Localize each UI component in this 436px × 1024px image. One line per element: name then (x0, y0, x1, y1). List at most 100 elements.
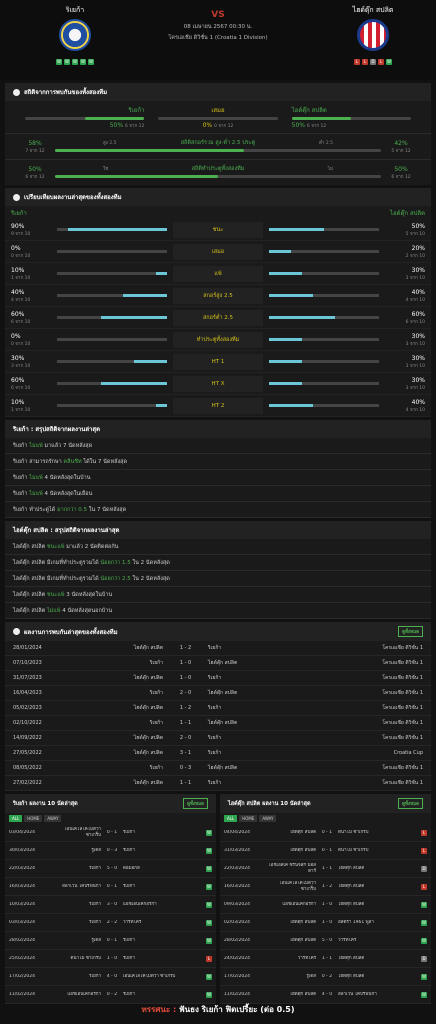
meeting-cell: ไฮด์ดุ๊ก สปลิต (208, 765, 238, 771)
home-last10-view-all-button[interactable]: ดูทั้งหมด (183, 798, 208, 809)
result-badge: W (206, 973, 212, 980)
last10-row[interactable]: 04/04/2024 ไฮด์ดุ๊ก สปลิต 0 - 1 ดินาโม ซาเก… (220, 824, 431, 842)
tab-all[interactable]: ALL (224, 815, 238, 822)
meeting-row[interactable]: 02/10/2022 ริเยก้า 1 - 1 ไฮด์ดุ๊ก สปลิต โครเ… (5, 716, 431, 731)
meeting-row[interactable]: 07/10/2023 ริเยก้า 1 - 0 ไฮด์ดุ๊ก สปลิต โครเ… (5, 656, 431, 671)
last10-cell: สลาเวน โคปรีฟนิก้า (62, 883, 101, 889)
home-summary-list: ริเยก้า ไม่แพ้ มาแล้ว 7 นัดหลังสุด ริเยก้… (5, 438, 431, 518)
meeting-cell: 27/02/2022 (13, 780, 42, 786)
last10-cell: 0 - 2 (321, 973, 333, 979)
meeting-row[interactable]: 14/09/2022 ไฮด์ดุ๊ก สปลิต 2 - 0 ริเยก้า โครเ… (5, 731, 431, 746)
last10-row[interactable]: 25/02/2024 ดินาโม ซาเกร็บ 1 - 0 ริเยก้า L (5, 950, 216, 968)
meeting-row[interactable]: 16/04/2023 ริเยก้า 2 - 0 ไฮด์ดุ๊ก สปลิต โครเ… (5, 686, 431, 701)
last10-cell: 24/02/2024 (224, 955, 250, 961)
last10-cell: วาร์ทิโคร์ (338, 937, 357, 943)
tab-away[interactable]: AWAY (259, 815, 277, 822)
tab-all[interactable]: ALL (9, 815, 23, 822)
last10-row[interactable]: 31/03/2024 ไฮด์ดุ๊ก สปลิต 0 - 1 ดินาโม ซาเก… (220, 842, 431, 860)
away-last10-header: ไฮด์ดุ๊ก สปลิต ผลงาน 10 นัดล่าสุด ดูทั้งห… (220, 794, 431, 813)
last10-row[interactable]: 30/03/2024 รูเดส 0 - 3 ริเยก้า W (5, 842, 216, 860)
tab-home[interactable]: HOME (239, 815, 258, 822)
recent-home-pct: 0% (11, 244, 21, 252)
summary-highlight: ไม่แพ้ (46, 608, 61, 614)
meeting-row[interactable]: 28/01/2024 ไฮด์ดุ๊ก สปลิต 1 - 2 ริเยก้า โครเ… (5, 641, 431, 656)
recent-stat-label: HT 2 (173, 397, 263, 414)
tab-away[interactable]: AWAY (44, 815, 62, 822)
recent-stat-bars: แพ้ (57, 265, 379, 282)
last10-cell: 03/04/2024 (9, 829, 35, 835)
last10-cell: ริเยก้า (123, 883, 135, 889)
soccer-ball-icon (13, 628, 20, 635)
last10-cell: ไฮด์ดุ๊ก สปลิต (289, 937, 316, 943)
meeting-cell: 08/05/2022 (13, 765, 42, 771)
recent-stat-row: 60% 6 จาก 10 HT X 30% 3 จาก 10 (5, 373, 431, 395)
view-all-meetings-button[interactable]: ดูทั้งหมด (398, 626, 423, 637)
last10-row[interactable]: 11/02/2024 ไฮด์ดุ๊ก สปลิต 4 - 0 สลาเวน โคปร… (220, 986, 431, 1004)
meeting-row[interactable]: 27/05/2022 ไฮด์ดุ๊ก สปลิต 3 - 1 ริเยก้า Croa… (5, 746, 431, 761)
last10-row[interactable]: 24/02/2024 วาร์ทิโคร์ 1 - 1 ไฮด์ดุ๊ก สปลิต D (220, 950, 431, 968)
recent-home-bar (57, 404, 167, 407)
last10-cell: 02/03/2024 (224, 919, 250, 925)
meeting-row[interactable]: 27/02/2022 ไฮด์ดุ๊ก สปลิต 1 - 1 ริเยก้า โครเ… (5, 776, 431, 791)
last10-cell: ริเยก้า (123, 847, 135, 853)
summary-highlight: ชนะแพ้ (46, 592, 65, 598)
summary-text: ริเยก้า (13, 491, 30, 497)
recent-away-bar (269, 404, 379, 407)
last10-cell: 0 - 1 (106, 937, 118, 943)
h2h-away-label: ไฮด์ดุ๊ก สปลิต (291, 107, 327, 114)
last10-row[interactable]: 17/02/2024 ริเยก้า 4 - 0 เอ็นเคโลโคโมติว่า … (5, 968, 216, 986)
recent-away-stat: 30% 3 จาก 10 (379, 355, 425, 369)
meeting-row[interactable]: 05/02/2023 ไฮด์ดุ๊ก สปลิต 1 - 2 ริเยก้า โครเ… (5, 701, 431, 716)
last10-row[interactable]: 22/03/2024 เอชเอสเค ซรินจ์สกี้ มอสตาร์ 1 -… (220, 860, 431, 878)
last10-row[interactable]: 16/03/2024 เอ็นเคโลโคโมติว่า ซาเกร็บ 1 - 2… (220, 878, 431, 896)
result-badge: W (421, 919, 427, 926)
last10-cell: 31/03/2024 (224, 847, 250, 853)
last10-row[interactable]: 03/03/2024 ริเยก้า 2 - 2 วาร์ทิโคร์ W (5, 914, 216, 932)
away-team-logo (357, 19, 389, 51)
tab-home[interactable]: HOME (24, 815, 43, 822)
away-last10-table: 04/04/2024 ไฮด์ดุ๊ก สปลิต 0 - 1 ดินาโม ซาเก… (220, 824, 431, 1004)
last10-row[interactable]: 22/03/2024 ริเยก้า 5 - 0 ตอมอกส์ W (5, 860, 216, 878)
result-badge: L (421, 847, 427, 854)
result-badge: W (421, 901, 427, 908)
h2h-stats-section: สถิติจากการพบกันของทั้งสองทีม ริเยก้า 50… (5, 83, 431, 185)
last10-row[interactable]: 28/02/2024 รูเดส 0 - 1 ริเยก้า W (5, 932, 216, 950)
h2h-draw-bar (158, 117, 278, 120)
last10-row[interactable]: 17/02/2024 รูเดส 0 - 2 ไฮด์ดุ๊ก สปลิต W (220, 968, 431, 986)
home-last10-tabs: ALL HOME AWAY (5, 813, 216, 824)
away-team[interactable]: ไฮด์ดุ๊ก สปลิต LLDLW (338, 5, 408, 65)
recent-home-of: 6 จาก 10 (11, 319, 31, 325)
summary-highlight: ไม่แพ้ (29, 491, 43, 497)
last10-row[interactable]: 10/03/2024 ริเยก้า 3 - 0 แอชเอ็นเคกอริก้า W (5, 896, 216, 914)
meeting-row[interactable]: 08/05/2022 ริเยก้า 0 - 3 ไฮด์ดุ๊ก สปลิต โครเ… (5, 761, 431, 776)
recent-home-pct: 10% (11, 266, 25, 274)
home-summary-header: ริเยก้า : สรุปสถิติจากผลงานล่าสุด (5, 420, 431, 438)
summary-text: 4 นัดหลังสุดในบ้าน (42, 475, 91, 481)
meeting-cell: โครเอเชีย ดิวิชั่น 1 (382, 765, 423, 771)
recent-meetings-table: 28/01/2024 ไฮด์ดุ๊ก สปลิต 1 - 2 ริเยก้า โครเ… (5, 641, 431, 791)
recent-away-bar (269, 294, 379, 297)
away-last10-view-all-button[interactable]: ดูทั้งหมด (398, 798, 423, 809)
away-team-name: ไฮด์ดุ๊ก สปลิต (352, 6, 394, 14)
h2h-away-pct: 50% (291, 122, 305, 129)
last10-row[interactable]: 02/03/2024 ไฮด์ดุ๊ก สปลิต 1 - 0 อิสตรา 1961… (220, 914, 431, 932)
last10-row[interactable]: 28/02/2024 ไฮด์ดุ๊ก สปลิต 5 - 0 วาร์ทิโคร์ W (220, 932, 431, 950)
meeting-cell: ไฮด์ดุ๊ก สปลิต (208, 720, 238, 726)
meeting-row[interactable]: 31/07/2023 ไฮด์ดุ๊ก สปลิต 1 - 0 ริเยก้า โครเ… (5, 671, 431, 686)
ou-right-label: ต่ำ 2.5 (318, 140, 333, 146)
last10-row[interactable]: 11/02/2024 แอชเอ็นเคกอริก้า 0 - 2 ริเยก้า W (5, 986, 216, 1004)
last10-row[interactable]: 09/03/2024 แอชเอ็นเคกอริก้า 1 - 0 ไฮด์ดุ๊ก … (220, 896, 431, 914)
summary-text: ใน 2 นัดหลังสุด (130, 576, 170, 582)
recent-home-stat: 30% 3 จาก 10 (11, 355, 57, 369)
form-badge: W (386, 59, 392, 65)
recent-home-label: ริเยก้า (11, 210, 27, 217)
last10-cell: ไฮด์ดุ๊ก สปลิต (289, 847, 316, 853)
meeting-cell: 16/04/2023 (13, 690, 42, 696)
meeting-cell: ไฮด์ดุ๊ก สปลิต (208, 690, 238, 696)
last10-row[interactable]: 16/03/2024 สลาเวน โคปรีฟนิก้า 0 - 1 ริเยก้า… (5, 878, 216, 896)
form-badge: D (370, 59, 376, 65)
result-badge: W (206, 865, 212, 872)
h2h-stats-title: สถิติจากการพบกันของทั้งสองทีม (24, 89, 108, 96)
summary-line: ริเยก้า ไม่แพ้ 4 นัดหลังสุดในบ้าน (5, 470, 431, 486)
last10-row[interactable]: 03/04/2024 เอ็นเคโลโคโมติว่า ซาเกร็บ 0 - 1… (5, 824, 216, 842)
